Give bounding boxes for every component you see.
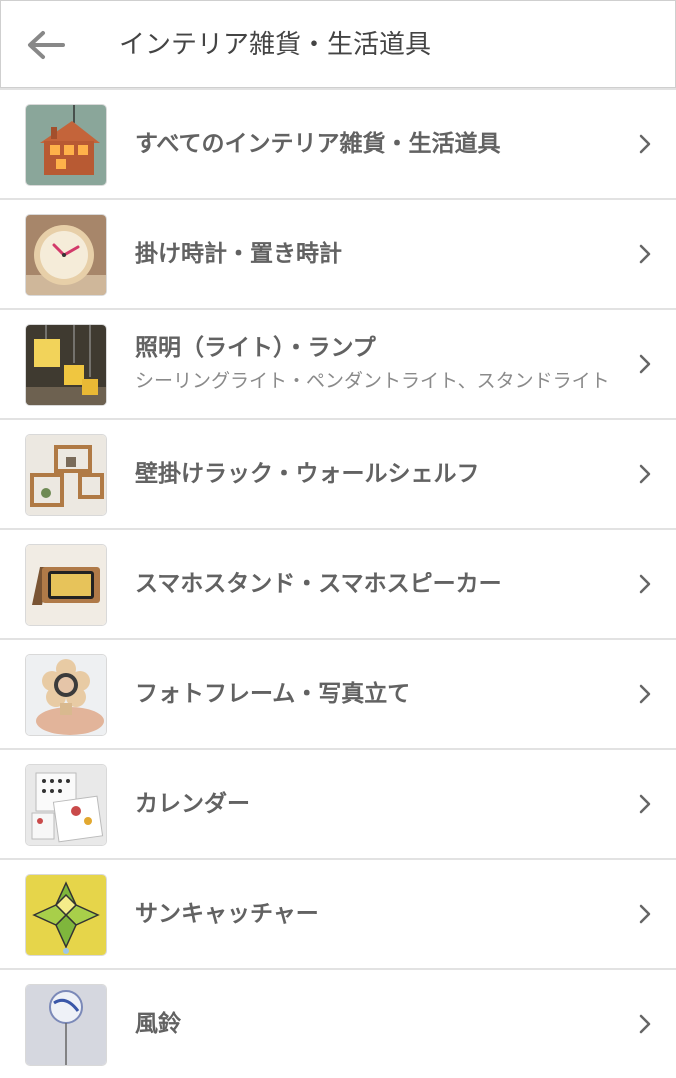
category-item-wind-chimes[interactable]: 風鈴 [0, 968, 676, 1078]
category-label: スマホスタンド・スマホスピーカー [135, 571, 502, 597]
phone-stand-icon [26, 545, 106, 625]
chevron-right-icon [639, 574, 651, 594]
arrow-left-icon [28, 31, 65, 59]
category-label: 壁掛けラック・ウォールシェルフ [135, 461, 480, 487]
category-item-photo-frames[interactable]: フォトフレーム・写真立て [0, 638, 676, 748]
category-label: 照明（ライト）・ランプ [135, 335, 376, 361]
thumbnail [26, 875, 106, 955]
category-label: 風鈴 [135, 1011, 181, 1037]
chevron-right-icon [639, 134, 651, 154]
chevron-right-icon [639, 1014, 651, 1034]
category-item-clocks[interactable]: 掛け時計・置き時計 [0, 198, 676, 308]
page-title: インテリア雑貨・生活道具 [119, 30, 432, 60]
category-sublabel: シーリングライト・ペンダントライト、スタンドライト [135, 370, 610, 392]
thumbnail [26, 325, 106, 405]
thumbnail [26, 765, 106, 845]
wind-chime-icon [26, 985, 106, 1065]
thumbnail [26, 435, 106, 515]
pendant-lights-icon [26, 325, 106, 405]
thumbnail [26, 655, 106, 735]
thumbnail [26, 215, 106, 295]
category-item-wall-shelves[interactable]: 壁掛けラック・ウォールシェルフ [0, 418, 676, 528]
calendar-icon [26, 765, 106, 845]
back-button[interactable] [23, 27, 69, 63]
chevron-right-icon [639, 904, 651, 924]
chevron-right-icon [639, 464, 651, 484]
thumbnail [26, 105, 106, 185]
stained-glass-suncatcher-icon [26, 875, 106, 955]
category-label: カレンダー [135, 791, 250, 817]
category-label: サンキャッチャー [135, 901, 319, 927]
chevron-right-icon [639, 244, 651, 264]
category-item-all[interactable]: すべてのインテリア雑貨・生活道具 [0, 88, 676, 198]
thumbnail [26, 985, 106, 1065]
chevron-right-icon [639, 794, 651, 814]
wooden-clock-icon [26, 215, 106, 295]
app-header: インテリア雑貨・生活道具 [0, 0, 676, 88]
chevron-right-icon [639, 684, 651, 704]
category-item-lighting[interactable]: 照明（ライト）・ランプ シーリングライト・ペンダントライト、スタンドライト [0, 308, 676, 418]
category-item-suncatchers[interactable]: サンキャッチャー [0, 858, 676, 968]
category-label: すべてのインテリア雑貨・生活道具 [135, 131, 501, 157]
thumbnail [26, 545, 106, 625]
category-list: すべてのインテリア雑貨・生活道具 掛け時計・置き時計 照明（ライト）・ランプ シ… [0, 88, 676, 1078]
flower-photo-frame-icon [26, 655, 106, 735]
category-item-calendars[interactable]: カレンダー [0, 748, 676, 858]
wall-shelves-icon [26, 435, 106, 515]
wooden-house-lamp-icon [26, 105, 106, 185]
category-item-phone-stands[interactable]: スマホスタンド・スマホスピーカー [0, 528, 676, 638]
category-label: 掛け時計・置き時計 [135, 241, 342, 267]
chevron-right-icon [639, 354, 651, 374]
category-label: フォトフレーム・写真立て [135, 681, 411, 707]
